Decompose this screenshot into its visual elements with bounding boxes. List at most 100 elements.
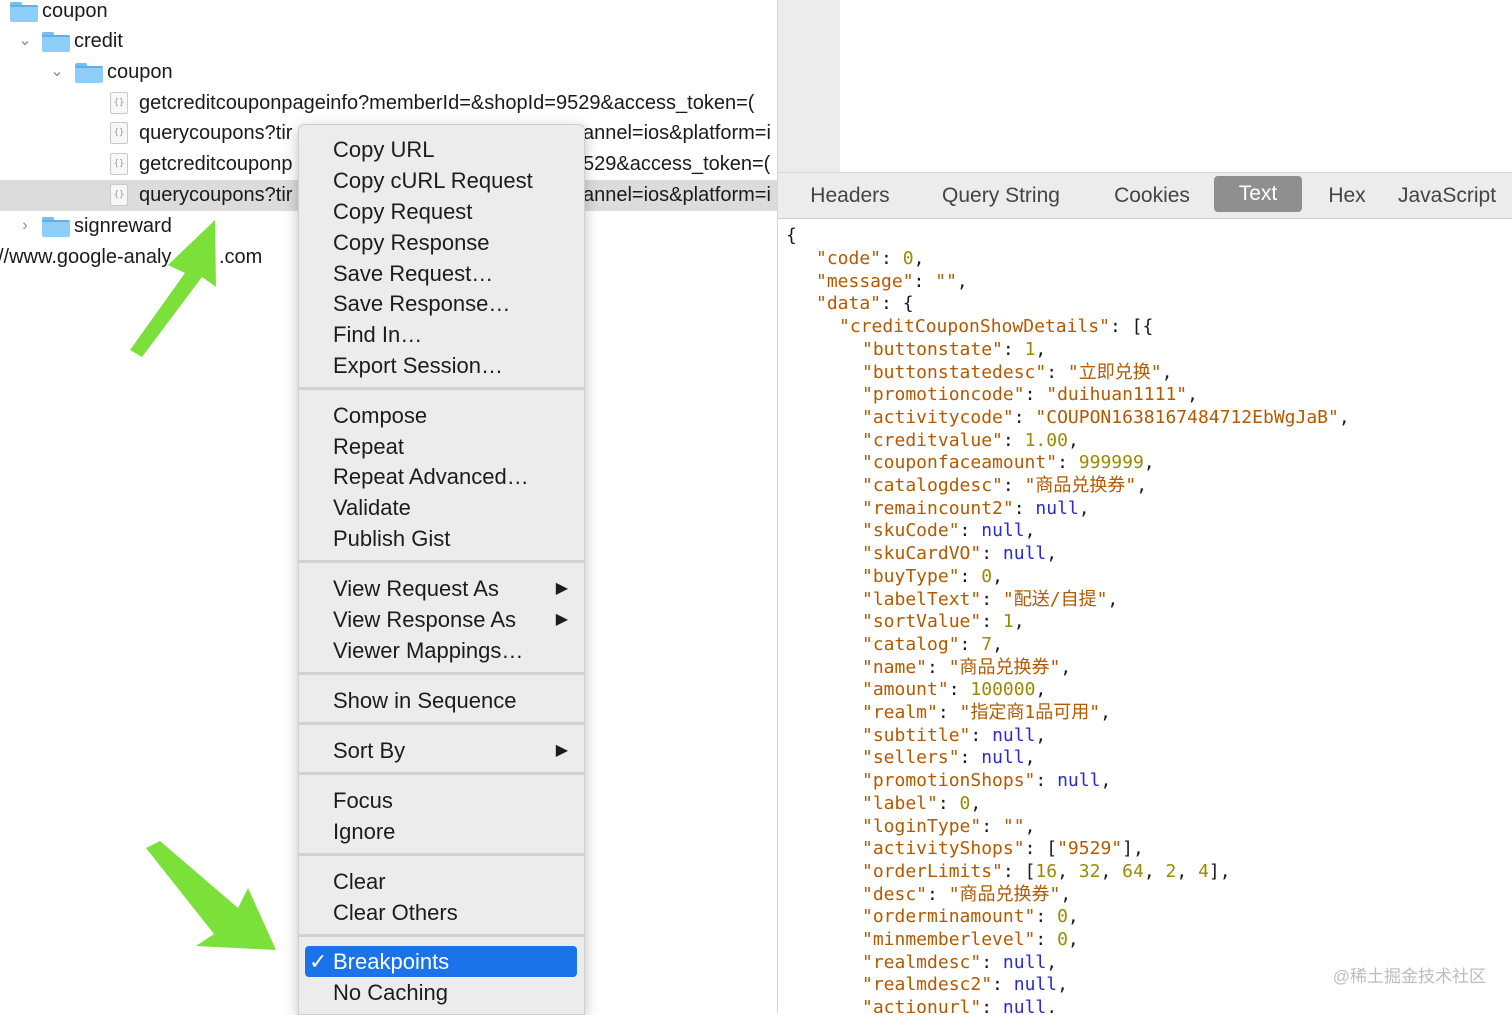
json-line: "catalogdesc": "商品兑换券", <box>862 475 1148 496</box>
json-value: 0 <box>1057 906 1068 928</box>
menu-item-compose[interactable]: Compose <box>299 400 584 431</box>
chevron-right-icon[interactable]: › <box>18 218 32 234</box>
menu-item-label: Clear <box>333 869 386 894</box>
tab-query-string[interactable]: Query String <box>928 173 1074 218</box>
menu-item-sort-by[interactable]: Sort By ▶ <box>299 735 584 766</box>
json-file-icon: {} <box>110 92 128 114</box>
json-key: "skuCode" <box>862 520 960 542</box>
json-line: "promotionShops": null, <box>862 770 1112 792</box>
green-arrow-up-icon <box>130 220 216 357</box>
json-line: "desc": "商品兑换券", <box>862 883 1072 905</box>
menu-separator <box>299 853 584 856</box>
tree-row-label: credit <box>74 30 123 52</box>
menu-item-clear[interactable]: Clear <box>299 866 584 897</box>
tab-headers[interactable]: Headers <box>790 173 910 218</box>
json-key: "desc" <box>862 883 928 905</box>
folder-icon <box>75 63 103 83</box>
tab-cookies[interactable]: Cookies <box>1098 173 1206 218</box>
response-json-viewer[interactable]: { "code": 0, "message": "", "data": {"cred… <box>778 218 1512 1013</box>
json-value: 0 <box>902 248 914 269</box>
menu-item-label: Repeat <box>333 434 404 459</box>
json-line: "code": 0, <box>816 248 925 269</box>
menu-item-copy-response[interactable]: Copy Response <box>299 227 584 258</box>
json-key: "name" <box>862 656 928 678</box>
tree-row-credit-folder[interactable]: ⌄ credit <box>0 26 778 57</box>
json-file-icon: {} <box>110 122 128 144</box>
json-value: 7 <box>981 633 993 655</box>
chevron-down-icon[interactable]: ⌄ <box>18 33 32 49</box>
menu-item-save-request[interactable]: Save Request… <box>299 258 584 289</box>
json-line: "data": { <box>816 293 914 315</box>
menu-item-view-request-as[interactable]: View Request As ▶ <box>299 573 584 604</box>
watermark: @稀土掘金技术社区 <box>1332 967 1486 986</box>
json-value: null <box>1002 543 1047 565</box>
json-file-icon: {} <box>110 153 128 175</box>
json-key: "couponfaceamount" <box>862 452 1058 474</box>
json-value: "COUPON1638167484712EbWgJaB" <box>1035 406 1339 428</box>
menu-item-export-session[interactable]: Export Session… <box>299 350 584 381</box>
tree-row-coupon-subfolder[interactable]: ⌄ coupon <box>0 57 778 88</box>
json-value: "商品兑换券" <box>948 883 1061 905</box>
menu-item-label: Focus <box>333 788 393 813</box>
json-value: 100000 <box>970 679 1036 701</box>
menu-item-label: Copy cURL Request <box>333 168 533 193</box>
menu-item-repeat[interactable]: Repeat <box>299 431 584 462</box>
json-line: "labelText": "配送/自提", <box>862 588 1119 610</box>
submenu-arrow-icon: ▶ <box>555 742 568 759</box>
menu-item-label: Save Request… <box>333 261 494 286</box>
menu-separator <box>299 672 584 675</box>
menu-item-find-in[interactable]: Find In… <box>299 319 584 350</box>
menu-item-label: Export Session… <box>333 353 503 378</box>
menu-item-focus[interactable]: Focus <box>299 785 584 816</box>
json-key: "creditvalue" <box>862 429 1003 451</box>
json-key: "message" <box>816 270 914 292</box>
json-key: "remaincount2" <box>862 497 1014 519</box>
right-pane-header-blank <box>778 0 840 172</box>
json-value: "" <box>1002 815 1025 837</box>
json-line: "actionurl": null, <box>862 997 1057 1013</box>
menu-item-label: Validate <box>333 495 411 520</box>
right-pane-top <box>840 0 1512 172</box>
json-value: 0 <box>1057 929 1068 950</box>
json-key: "labelText" <box>862 588 982 610</box>
json-key: "promotioncode" <box>862 384 1025 406</box>
menu-item-viewer-mappings[interactable]: Viewer Mappings… <box>299 635 584 666</box>
json-value: 1.00 <box>1024 429 1068 451</box>
menu-item-save-response[interactable]: Save Response… <box>299 288 584 319</box>
tab-text[interactable]: Text <box>1214 176 1302 212</box>
menu-item-no-caching[interactable]: No Caching <box>299 977 584 1008</box>
tab-hex[interactable]: Hex <box>1314 173 1380 218</box>
menu-item-ignore[interactable]: Ignore <box>299 816 584 847</box>
tree-row-label-tail: annel=ios&platform=i <box>583 122 771 144</box>
menu-item-label: Publish Gist <box>333 526 451 551</box>
json-key: "activitycode" <box>862 406 1014 428</box>
json-value: "立即兑换" <box>1067 361 1162 383</box>
menu-item-copy-request[interactable]: Copy Request <box>299 196 584 227</box>
menu-item-label: Copy URL <box>333 137 435 162</box>
menu-item-label: Show in Sequence <box>333 688 517 713</box>
menu-item-copy-curl-request[interactable]: Copy cURL Request <box>299 165 584 196</box>
menu-separator <box>299 560 584 563</box>
tree-row-coupon-folder[interactable]: coupon <box>0 0 778 27</box>
menu-item-label: Compose <box>333 403 428 428</box>
tree-row-request[interactable]: {} getcreditcouponpageinfo?memberId=&sho… <box>0 88 778 119</box>
json-key: "activityShops" <box>862 838 1025 860</box>
menu-item-show-in-sequence[interactable]: Show in Sequence <box>299 685 584 716</box>
json-value: null <box>1013 974 1058 996</box>
menu-item-view-response-as[interactable]: View Response As ▶ <box>299 604 584 635</box>
menu-item-repeat-advanced[interactable]: Repeat Advanced… <box>299 461 584 492</box>
menu-item-publish-gist[interactable]: Publish Gist <box>299 523 584 554</box>
tree-row-label: coupon <box>107 61 173 83</box>
json-value: "配送/自提" <box>1002 588 1108 610</box>
menu-item-copy-url[interactable]: Copy URL <box>299 134 584 165</box>
tab-javascript[interactable]: JavaScript <box>1398 173 1512 218</box>
menu-item-breakpoints[interactable]: ✓ Breakpoints <box>305 946 577 977</box>
json-value: 999999 <box>1078 452 1144 474</box>
json-key: "loginType" <box>862 815 982 837</box>
json-value: null <box>1002 997 1047 1013</box>
chevron-down-icon[interactable]: ⌄ <box>50 64 64 80</box>
menu-item-validate[interactable]: Validate <box>299 492 584 523</box>
menu-item-label: View Response As <box>333 607 517 632</box>
menu-item-label: Ignore <box>333 819 396 844</box>
menu-item-clear-others[interactable]: Clear Others <box>299 897 584 928</box>
